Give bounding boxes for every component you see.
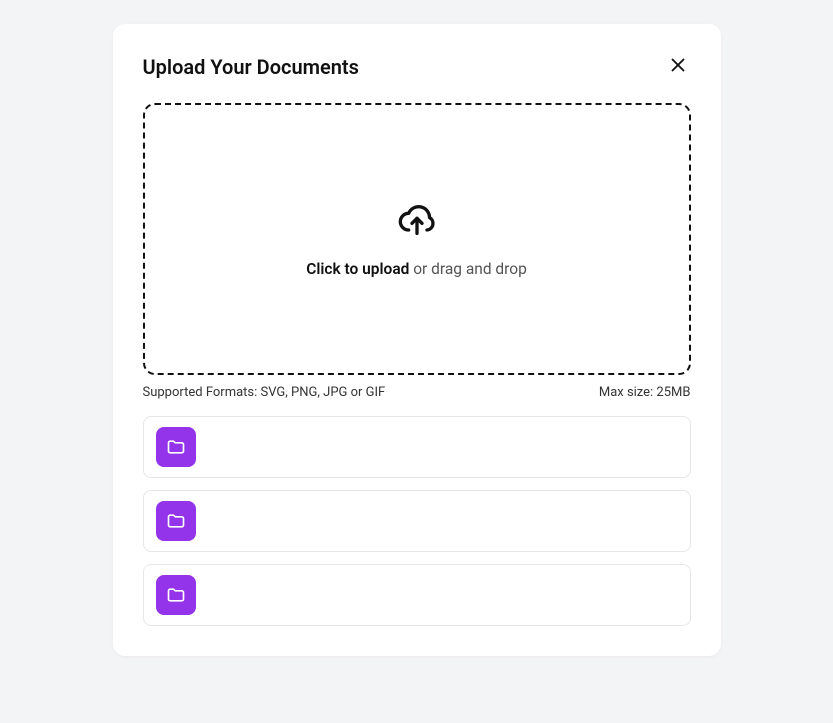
supported-formats-text: Supported Formats: SVG, PNG, JPG or GIF (143, 385, 386, 400)
dropzone-drag-text: or drag and drop (409, 260, 526, 278)
folder-icon (156, 575, 196, 615)
file-list (143, 416, 691, 626)
cloud-upload-icon (397, 200, 437, 244)
close-button[interactable] (665, 52, 691, 81)
dialog-header: Upload Your Documents (143, 52, 691, 81)
dropzone-click-text: Click to upload (306, 260, 409, 278)
upload-meta: Supported Formats: SVG, PNG, JPG or GIF … (143, 385, 691, 400)
max-size-text: Max size: 25MB (599, 385, 691, 400)
folder-icon (156, 427, 196, 467)
file-item[interactable] (143, 416, 691, 478)
dialog-title: Upload Your Documents (143, 55, 359, 79)
close-icon (667, 54, 689, 79)
upload-dialog: Upload Your Documents Click to upload or… (113, 24, 721, 656)
dropzone-instruction: Click to upload or drag and drop (306, 260, 527, 278)
file-item[interactable] (143, 564, 691, 626)
folder-icon (156, 501, 196, 541)
upload-dropzone[interactable]: Click to upload or drag and drop (143, 103, 691, 375)
file-item[interactable] (143, 490, 691, 552)
